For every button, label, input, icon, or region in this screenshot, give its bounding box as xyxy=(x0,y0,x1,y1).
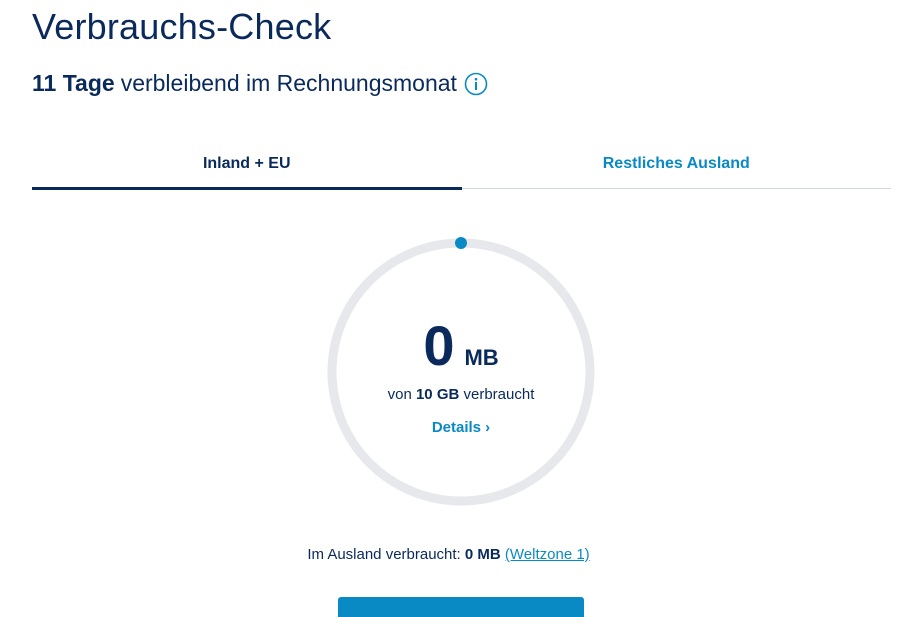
abroad-prefix: Im Ausland verbraucht: xyxy=(307,546,461,563)
weltzone-link[interactable]: (Weltzone 1) xyxy=(505,546,590,563)
quota-line: von 10 GB verbraucht xyxy=(326,386,596,403)
abroad-usage-line: Im Ausland verbraucht: 0 MB (Weltzone 1) xyxy=(0,546,897,563)
quota-suffix: verbraucht xyxy=(463,386,535,403)
quota-prefix: von xyxy=(387,386,412,403)
tab-restliches-ausland[interactable]: Restliches Ausland xyxy=(462,140,892,188)
remaining-days-count: 11 Tage xyxy=(32,70,115,96)
action-button[interactable] xyxy=(338,597,584,617)
used-value: 0 xyxy=(423,314,455,377)
abroad-value: 0 MB xyxy=(464,546,501,563)
used-amount: 0 MB xyxy=(326,313,596,378)
details-link[interactable]: Details › xyxy=(326,419,596,436)
used-unit: MB xyxy=(464,345,499,370)
tab-inland-eu[interactable]: Inland + EU xyxy=(32,140,462,190)
remaining-days-text: verbleibend im Rechnungsmonat xyxy=(120,70,457,96)
quota-value: 10 GB xyxy=(415,386,460,403)
page-title: Verbrauchs-Check xyxy=(32,6,332,47)
info-icon[interactable] xyxy=(464,72,488,96)
gauge-center: 0 MB von 10 GB verbraucht Details › xyxy=(326,237,596,507)
remaining-days-line: 11 Tage verbleibend im Rechnungsmonat xyxy=(32,70,488,97)
usage-tabs: Inland + EU Restliches Ausland xyxy=(32,140,892,190)
